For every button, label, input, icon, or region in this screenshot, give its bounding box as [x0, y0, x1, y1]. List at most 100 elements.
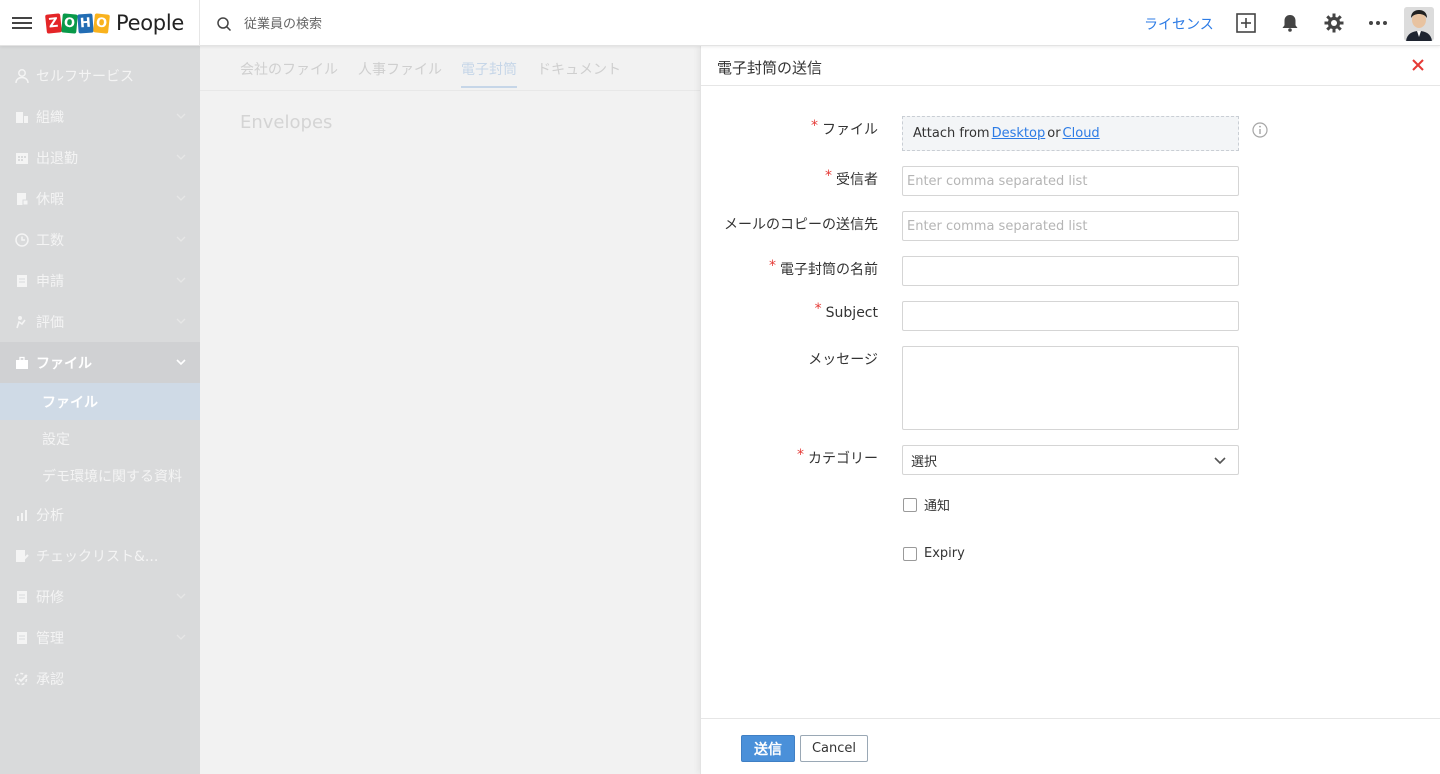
tab-hr-files[interactable]: 人事ファイル [358, 59, 442, 79]
file-attach-area[interactable]: Attach from Desktop or Cloud [902, 116, 1239, 151]
expiry-checkbox[interactable] [903, 546, 917, 561]
sidebar-subitem-label: デモ環境に関する資料 [42, 468, 182, 485]
panel-title: 電子封筒の送信 [717, 59, 823, 77]
gear-icon[interactable] [1323, 12, 1345, 34]
logo-letter: Z [45, 12, 62, 34]
tab-envelopes[interactable]: 電子封筒 [461, 59, 517, 88]
approve-icon [14, 672, 28, 685]
close-icon[interactable] [1411, 58, 1425, 72]
panel-header: 電子封筒の送信 [701, 46, 1440, 86]
attach-desktop-link[interactable]: Desktop [992, 126, 1046, 141]
chevron-down-icon [176, 154, 186, 160]
required-mark: * [825, 168, 832, 184]
sidebar-item-analytics[interactable]: 分析 [0, 494, 200, 535]
sidebar-item-label: 管理 [36, 630, 64, 647]
required-mark: * [769, 258, 776, 274]
subject-input[interactable] [902, 301, 1239, 331]
add-square-icon[interactable] [1235, 12, 1257, 34]
sidebar-item-label: 研修 [36, 589, 64, 606]
category-label: * カテゴリー [797, 447, 878, 467]
chart-icon [17, 509, 27, 521]
sidebar-item-label: 組織 [36, 109, 64, 126]
cc-input[interactable] [902, 211, 1239, 241]
chevron-down-icon [176, 318, 186, 324]
main-content: 会社のファイル 人事ファイル 電子封筒 ドキュメント Envelopes [200, 46, 700, 774]
sidebar-item-organization[interactable]: 組織 [0, 96, 200, 137]
page-title: Envelopes [240, 112, 333, 133]
search-icon[interactable] [216, 16, 232, 32]
chevron-down-icon [176, 593, 186, 599]
chevron-down-icon [176, 113, 186, 119]
file-label: * ファイル [811, 118, 878, 138]
send-envelope-panel: 電子封筒の送信 * ファイル Attach from Desktop or Clo… [700, 46, 1440, 774]
hamburger-menu-icon[interactable] [12, 14, 32, 32]
category-selected-value: 選択 [911, 454, 938, 470]
sidebar-item-attendance[interactable]: 出退勤 [0, 137, 200, 178]
tab-documents[interactable]: ドキュメント [537, 59, 621, 79]
notify-checkbox[interactable] [903, 497, 917, 512]
recipients-input[interactable] [902, 166, 1239, 196]
envelope-name-input[interactable] [902, 256, 1239, 286]
sidebar-item-appraisal[interactable]: 評価 [0, 301, 200, 342]
attach-or-text: or [1047, 126, 1061, 141]
bell-icon[interactable] [1279, 12, 1301, 34]
sidebar-subitem-settings[interactable]: 設定 [0, 420, 200, 457]
sidebar-subitem-demo-materials[interactable]: デモ環境に関する資料 [0, 457, 200, 494]
required-mark: * [797, 447, 804, 463]
sidebar-item-requests[interactable]: 申請 [0, 260, 200, 301]
sidebar-item-management[interactable]: 管理 [0, 617, 200, 658]
sidebar-item-label: ファイル [36, 355, 92, 372]
message-textarea[interactable] [902, 346, 1239, 430]
sidebar-item-label: セルフサービス [36, 68, 134, 85]
notify-checkbox-label: 通知 [924, 499, 951, 514]
form-icon [17, 274, 27, 287]
sidebar-item-files[interactable]: ファイル [0, 342, 200, 383]
sidebar-item-label: 出退勤 [36, 150, 78, 167]
attach-cloud-link[interactable]: Cloud [1063, 126, 1100, 141]
cancel-button[interactable]: Cancel [800, 735, 868, 762]
sidebar-item-self-service[interactable]: セルフサービス [0, 55, 200, 96]
info-icon[interactable] [1252, 122, 1268, 138]
sidebar-item-label: 分析 [36, 507, 64, 524]
send-button[interactable]: 送信 [741, 735, 795, 762]
logo-letter: O [61, 12, 78, 34]
attach-prefix: Attach from [913, 126, 990, 141]
sidebar-item-label: 評価 [36, 314, 64, 331]
sidebar-item-approvals[interactable]: 承認 [0, 658, 200, 699]
sidebar-subitem-label: ファイル [42, 394, 98, 411]
license-link[interactable]: ライセンス [1144, 14, 1214, 34]
file-tabs: 会社のファイル 人事ファイル 電子封筒 ドキュメント [200, 46, 700, 91]
sidebar-item-label: チェックリスト&... [36, 548, 159, 565]
sidebar-item-leave[interactable]: 休暇 [0, 178, 200, 219]
user-icon [15, 68, 29, 83]
sidebar-item-training[interactable]: 研修 [0, 576, 200, 617]
chevron-down-icon [176, 236, 186, 242]
manage-icon [17, 631, 27, 644]
zoho-people-logo[interactable]: Z O H O People [45, 10, 184, 36]
product-name: People [116, 11, 184, 35]
sidebar-item-timesheet[interactable]: 工数 [0, 219, 200, 260]
sidebar-subitem-files[interactable]: ファイル [0, 383, 200, 420]
sidebar: セルフサービス 組織 出退勤 休暇 工数 申請 評価 ファイル ファイル 設定 [0, 46, 200, 774]
appraisal-icon [16, 315, 26, 328]
training-icon [17, 590, 27, 603]
logo-letter: O [93, 12, 110, 34]
user-avatar[interactable] [1404, 7, 1434, 41]
employee-search-input[interactable] [244, 12, 544, 36]
chevron-down-icon [176, 634, 186, 640]
chevron-down-icon [1214, 457, 1226, 465]
chevron-down-icon [176, 277, 186, 283]
panel-footer: 送信 Cancel [701, 718, 1440, 774]
calendar-icon [16, 152, 28, 164]
recipients-label: * 受信者 [825, 168, 878, 188]
category-select[interactable]: 選択 [902, 445, 1239, 475]
tab-company-files[interactable]: 会社のファイル [240, 59, 338, 79]
more-dots-icon[interactable] [1367, 12, 1389, 34]
top-bar: Z O H O People ライセンス [0, 0, 1440, 46]
sidebar-item-label: 申請 [36, 273, 64, 290]
sidebar-item-label: 承認 [36, 671, 64, 688]
logo-letter: H [77, 12, 94, 34]
expiry-checkbox-row[interactable]: Expiry [903, 546, 965, 561]
sidebar-item-checklist[interactable]: チェックリスト&... [0, 535, 200, 576]
notify-checkbox-row[interactable]: 通知 [903, 495, 950, 514]
